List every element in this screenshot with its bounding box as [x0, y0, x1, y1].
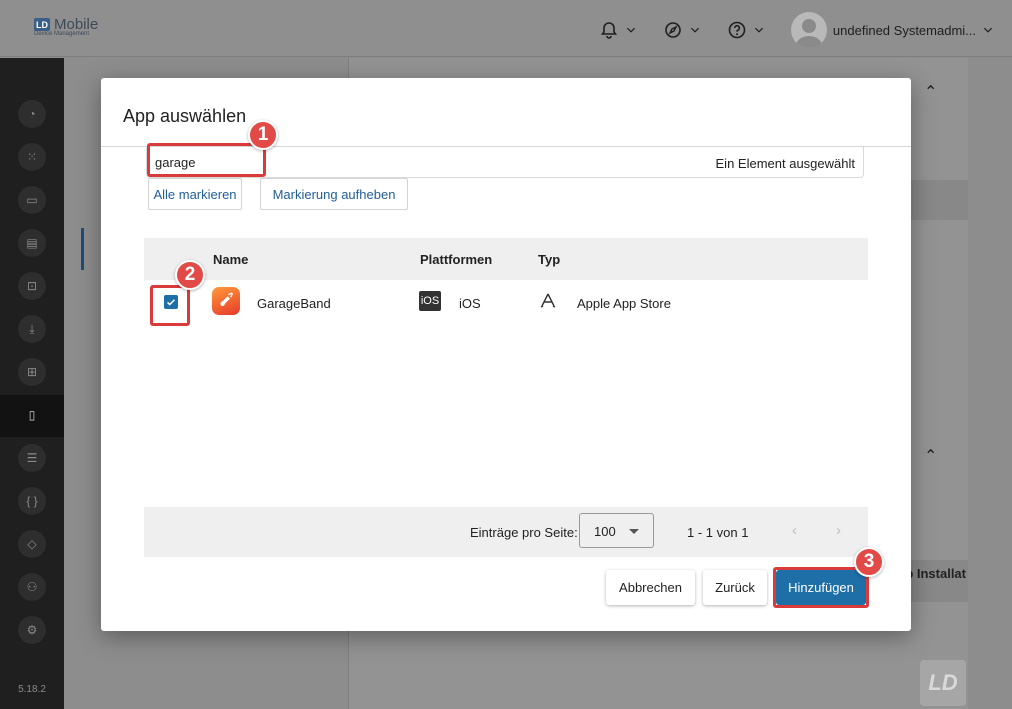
selection-status: Ein Element ausgewählt — [715, 156, 855, 171]
watermark-logo: LD — [920, 660, 966, 706]
tasks-icon[interactable]: ☰ — [18, 444, 46, 472]
app-select-dialog: App auswählen Ein Element ausgewählt 1 A… — [101, 78, 911, 631]
chevron-down-icon — [754, 27, 763, 33]
back-button[interactable]: Zurück — [703, 570, 767, 605]
devices-icon[interactable]: ▭ — [18, 186, 46, 214]
version-label: 5.18.2 — [18, 684, 46, 695]
settings-icon[interactable]: ⚙ — [18, 616, 46, 644]
step-marker-2: 2 — [175, 260, 205, 290]
app-platform: iOS — [459, 296, 481, 311]
highlight-checkbox — [150, 285, 190, 326]
chevron-down-icon — [690, 27, 699, 33]
highlight-add-button — [773, 567, 869, 608]
garageband-app-icon — [212, 287, 240, 315]
mobile-device-icon[interactable]: ▯ — [18, 401, 46, 429]
help-icon — [728, 21, 746, 39]
table-header — [144, 238, 868, 280]
logo-subtitle: Device Management — [34, 31, 90, 37]
top-bar: LD Mobile Device Management undefined Sy… — [0, 0, 1012, 57]
next-page-button[interactable]: › — [836, 522, 841, 539]
users-icon[interactable]: ⚇ — [18, 573, 46, 601]
select-all-button[interactable]: Alle markieren — [148, 178, 242, 210]
highlight-search — [147, 143, 266, 177]
download-icon[interactable]: ⤓ — [18, 315, 46, 343]
chevron-up-icon[interactable]: ⌃ — [924, 446, 937, 466]
user-menu[interactable]: undefined Systemadmi... — [790, 12, 994, 48]
avatar — [790, 12, 827, 48]
background-active-line — [81, 228, 84, 270]
app-type: Apple App Store — [577, 296, 671, 311]
chevron-up-icon[interactable]: ⌃ — [924, 82, 937, 102]
dashboard-icon[interactable]: ◔ — [18, 100, 46, 128]
page-range: 1 - 1 von 1 — [687, 525, 749, 540]
user-name: undefined Systemadmi... — [832, 22, 976, 38]
column-header-platforms[interactable]: Plattformen — [420, 252, 492, 267]
ios-platform-icon: iOS — [419, 291, 441, 311]
app-store-icon — [540, 293, 556, 308]
logo-mark: LD — [34, 18, 50, 31]
column-header-type[interactable]: Typ — [538, 252, 560, 267]
per-page-value: 100 — [594, 524, 616, 539]
apps-grid-icon[interactable]: ⁙ — [18, 143, 46, 171]
per-page-select[interactable]: 100 — [579, 513, 654, 548]
step-marker-1: 1 — [248, 120, 278, 150]
previous-page-button[interactable]: ‹ — [792, 522, 797, 539]
inventory-icon[interactable]: ▤ — [18, 229, 46, 257]
column-header-name[interactable]: Name — [213, 252, 248, 267]
compass-icon — [665, 22, 681, 38]
cancel-button[interactable]: Abbrechen — [606, 570, 695, 605]
chevron-down-icon — [626, 27, 635, 33]
chevron-down-icon — [983, 27, 993, 33]
app-logo[interactable]: LD Mobile Device Management — [34, 16, 98, 37]
sidebar: ◔ ⁙ ▭ ▤ ⊡ ⤓ ⊞ ▯ ☰ { } ◇ ⚇ ⚙ 5.18.2 — [0, 58, 64, 709]
compass-menu[interactable] — [663, 20, 701, 40]
code-icon[interactable]: { } — [18, 487, 46, 515]
help-menu[interactable] — [727, 20, 765, 40]
dialog-title: App auswählen — [123, 106, 247, 126]
step-marker-3: 3 — [854, 547, 884, 577]
app-name: GarageBand — [257, 296, 331, 311]
screen-icon[interactable]: ⊞ — [18, 358, 46, 386]
notifications-menu[interactable] — [599, 20, 637, 40]
unselect-all-button[interactable]: Markierung aufheben — [260, 178, 408, 210]
caret-down-icon — [629, 529, 639, 534]
remote-icon[interactable]: ⊡ — [18, 272, 46, 300]
bell-icon — [600, 22, 618, 39]
education-icon[interactable]: ◇ — [18, 530, 46, 558]
per-page-label: Einträge pro Seite: — [470, 525, 578, 540]
background-column-header: p Installat — [905, 566, 966, 581]
